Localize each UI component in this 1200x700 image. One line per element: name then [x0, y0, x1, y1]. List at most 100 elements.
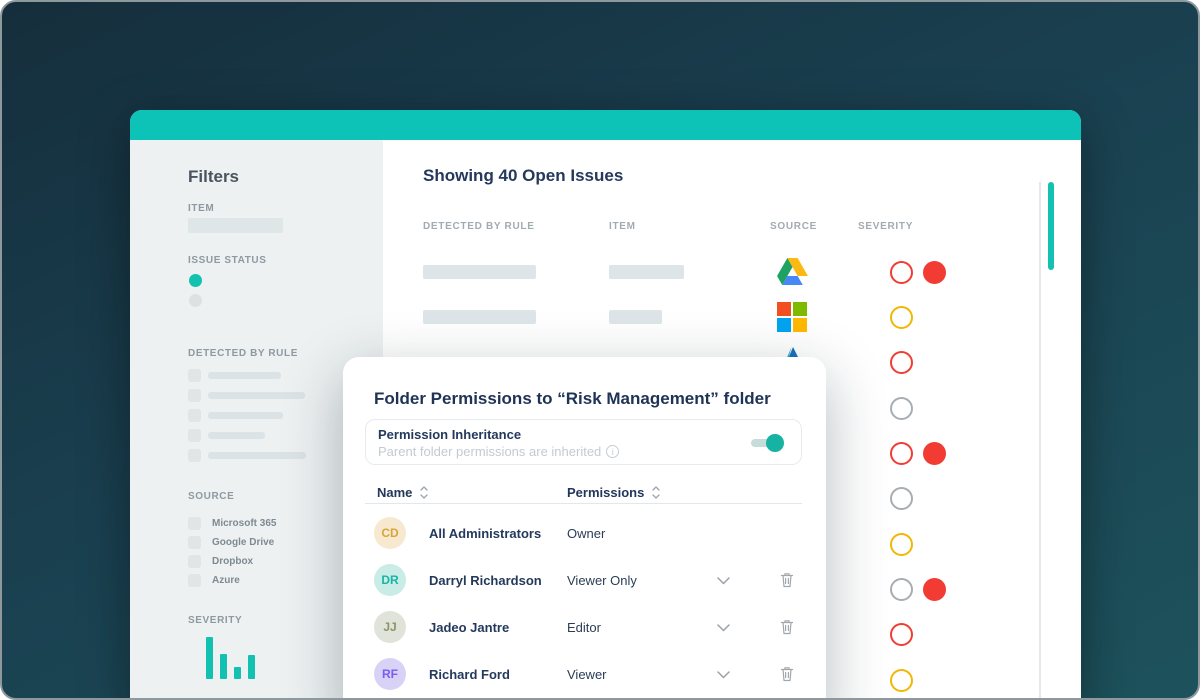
severity-cell: [890, 578, 946, 601]
detected-by-rule-label: DETECTED BY RULE: [188, 348, 298, 359]
google-drive-icon: [777, 258, 808, 285]
severity-cell: [890, 351, 913, 374]
source-checkbox-dropbox[interactable]: [188, 555, 201, 568]
rule-skeleton-line: [208, 452, 306, 459]
avatar-initials: JJ: [383, 620, 396, 634]
rule-skeleton-cell: [423, 265, 536, 279]
modal-column-header-permissions[interactable]: Permissions: [567, 485, 660, 500]
toggle-knob: [766, 434, 784, 452]
permission-value[interactable]: Viewer Only: [567, 573, 637, 588]
avatar-initials: CD: [381, 526, 398, 540]
item-skeleton-cell: [609, 310, 662, 324]
source-option-label[interactable]: Microsoft 365: [212, 517, 276, 530]
permission-value[interactable]: Viewer: [567, 667, 607, 682]
scroll-track: [1039, 182, 1041, 700]
severity-cell: [890, 306, 913, 329]
chevron-down-icon[interactable]: [717, 671, 730, 679]
permission-inheritance-description-text: Parent folder permissions are inherited: [378, 444, 601, 459]
column-header-item: ITEM: [609, 221, 636, 232]
modal-table-divider: [365, 503, 802, 504]
rule-skeleton-line: [208, 372, 281, 379]
permission-value: Owner: [567, 526, 605, 541]
severity-bar: [206, 637, 213, 679]
severity-bar: [234, 667, 241, 679]
severity-label: SEVERITY: [188, 615, 242, 626]
issue-status-radio-selected[interactable]: [189, 274, 202, 287]
member-name: Richard Ford: [429, 667, 510, 682]
permission-value[interactable]: Editor: [567, 620, 601, 635]
permission-inheritance-title: Permission Inheritance: [378, 427, 521, 442]
trash-icon[interactable]: [780, 572, 794, 588]
severity-cell: [890, 261, 946, 284]
severity-cell: [890, 623, 913, 646]
severity-cell: [890, 442, 946, 465]
item-filter-label: ITEM: [188, 203, 214, 214]
issue-status-radio-unselected[interactable]: [189, 294, 202, 307]
member-name: Jadeo Jantre: [429, 620, 509, 635]
source-option-label[interactable]: Azure: [212, 574, 240, 587]
chevron-down-icon[interactable]: [717, 577, 730, 585]
column-header-source: SOURCE: [770, 221, 817, 232]
severity-yellow-outline-circle[interactable]: [890, 669, 913, 692]
rule-checkbox[interactable]: [188, 449, 201, 462]
rule-skeleton-line: [208, 392, 305, 399]
severity-yellow-outline-circle[interactable]: [890, 306, 913, 329]
permission-inheritance-description: Parent folder permissions are inherited …: [378, 444, 619, 459]
permission-inheritance-toggle[interactable]: [751, 439, 777, 447]
rule-checkbox[interactable]: [188, 429, 201, 442]
severity-cell: [890, 397, 913, 420]
rule-checkbox[interactable]: [188, 409, 201, 422]
severity-gray-outline-circle[interactable]: [890, 397, 913, 420]
severity-red-outline-circle[interactable]: [890, 351, 913, 374]
window-accent-bar: [130, 110, 1081, 140]
severity-gray-outline-circle[interactable]: [890, 578, 913, 601]
severity-bar: [220, 654, 227, 679]
avatar-initials: RF: [382, 667, 398, 681]
trash-icon[interactable]: [780, 666, 794, 682]
severity-mini-bar-chart: [206, 637, 255, 679]
source-option-label[interactable]: Google Drive: [212, 536, 274, 549]
item-skeleton-cell: [609, 265, 684, 279]
modal-column-header-name[interactable]: Name: [377, 485, 428, 500]
rule-checkbox[interactable]: [188, 389, 201, 402]
severity-red-filled-circle[interactable]: [923, 442, 946, 465]
severity-red-outline-circle[interactable]: [890, 261, 913, 284]
severity-cell: [890, 669, 913, 692]
severity-gray-outline-circle[interactable]: [890, 487, 913, 510]
source-label: SOURCE: [188, 491, 234, 502]
scrollbar-thumb[interactable]: [1048, 182, 1054, 270]
filters-title: Filters: [188, 167, 239, 187]
severity-red-filled-circle[interactable]: [923, 578, 946, 601]
severity-cell: [890, 487, 913, 510]
avatar: CD: [374, 517, 406, 549]
item-filter-input[interactable]: [188, 218, 283, 233]
severity-red-outline-circle[interactable]: [890, 623, 913, 646]
rule-checkbox[interactable]: [188, 369, 201, 382]
severity-cell: [890, 533, 913, 556]
severity-red-filled-circle[interactable]: [923, 261, 946, 284]
rule-skeleton-line: [208, 432, 265, 439]
folder-permissions-modal: Folder Permissions to “Risk Management” …: [343, 357, 826, 700]
permissions-header-text: Permissions: [567, 485, 644, 500]
severity-bar: [248, 655, 255, 679]
issue-status-label: ISSUE STATUS: [188, 255, 267, 266]
severity-yellow-outline-circle[interactable]: [890, 533, 913, 556]
permission-inheritance-card: Permission Inheritance Parent folder per…: [365, 419, 802, 465]
severity-red-outline-circle[interactable]: [890, 442, 913, 465]
issues-count-title: Showing 40 Open Issues: [423, 166, 623, 186]
source-checkbox-microsoft-365[interactable]: [188, 517, 201, 530]
avatar: RF: [374, 658, 406, 690]
modal-title: Folder Permissions to “Risk Management” …: [374, 389, 771, 409]
info-icon[interactable]: i: [606, 445, 619, 458]
chevron-down-icon[interactable]: [717, 624, 730, 632]
source-checkbox-azure[interactable]: [188, 574, 201, 587]
member-name: Darryl Richardson: [429, 573, 542, 588]
microsoft-365-icon: [777, 302, 807, 332]
source-checkbox-google-drive[interactable]: [188, 536, 201, 549]
avatar: JJ: [374, 611, 406, 643]
rule-skeleton-cell: [423, 310, 536, 324]
sort-icon[interactable]: [652, 486, 660, 499]
sort-icon[interactable]: [420, 486, 428, 499]
source-option-label[interactable]: Dropbox: [212, 555, 253, 568]
trash-icon[interactable]: [780, 619, 794, 635]
